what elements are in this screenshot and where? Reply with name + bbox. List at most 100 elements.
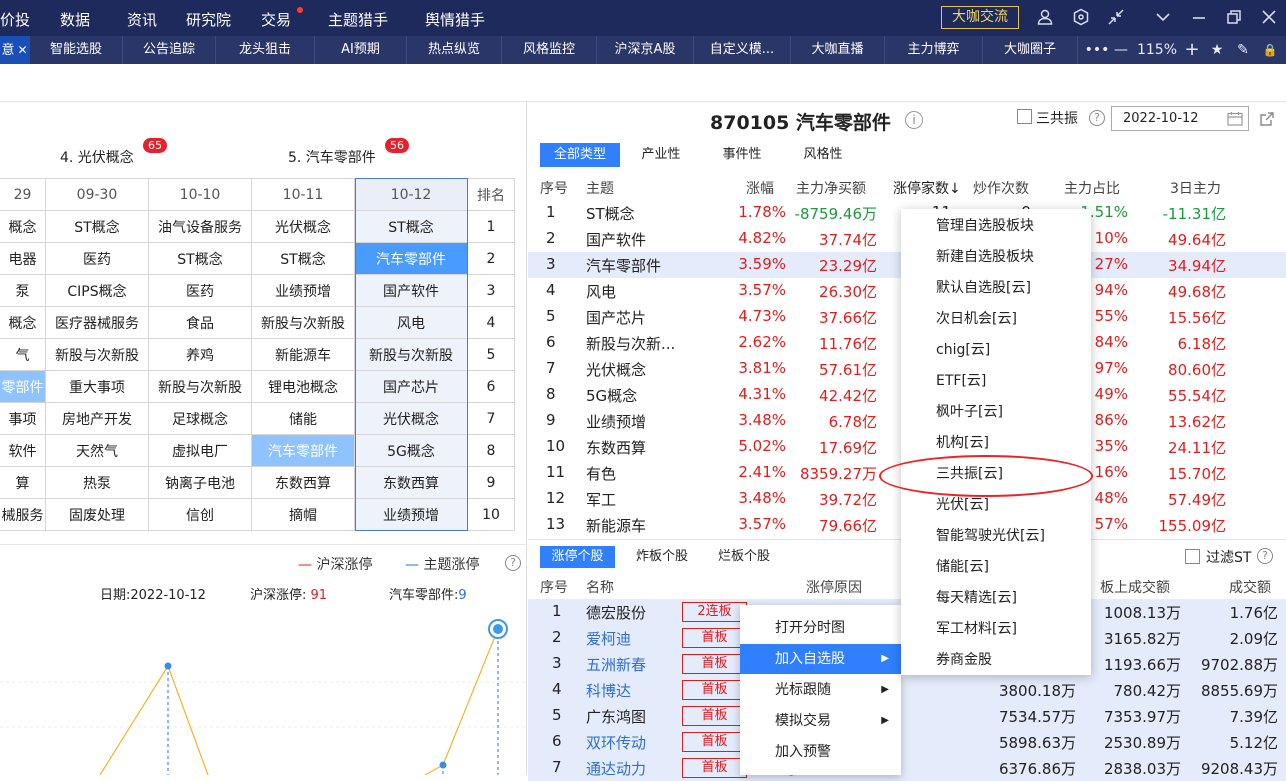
tab-live[interactable]: 大咖直播: [791, 36, 885, 64]
grid-cell[interactable]: 业绩预增: [354, 498, 468, 531]
limit-up-tag[interactable]: 首板: [682, 628, 747, 648]
grid-cell[interactable]: 新能源车: [251, 338, 355, 371]
info-icon[interactable]: i: [905, 111, 923, 129]
tab-leader-snipe[interactable]: 龙头狙击: [216, 36, 315, 64]
export-icon[interactable]: [1258, 110, 1276, 128]
grid-cell[interactable]: ST概念: [45, 210, 149, 243]
grid-cell[interactable]: 食品: [148, 306, 252, 339]
grid-cell[interactable]: 新股与次新股: [45, 338, 149, 371]
date-cell-selected[interactable]: 10-12: [354, 178, 468, 211]
grid-cell[interactable]: 新股与次新股: [354, 338, 468, 371]
submenu-item[interactable]: 智能驾驶光伏[云]: [901, 521, 1091, 552]
col-index[interactable]: 序号: [540, 577, 568, 597]
stock-row[interactable]: 7通达动力首板1司...6376.86万2838.03万9208.43万: [528, 755, 1286, 781]
tab-broken-board[interactable]: 炸板个股: [624, 546, 700, 568]
submenu-item[interactable]: 管理自选股板块: [901, 211, 1091, 242]
menu-value-investing[interactable]: 价投: [0, 9, 30, 30]
submenu-item[interactable]: 每天精选[云]: [901, 583, 1091, 614]
submenu-item[interactable]: 新建自选股板块: [901, 242, 1091, 273]
date-cell[interactable]: 29: [0, 178, 46, 211]
more-icon[interactable]: •••: [1084, 36, 1110, 64]
zoom-in-icon[interactable]: +: [1180, 36, 1204, 64]
menu-research[interactable]: 研究院: [186, 9, 231, 30]
grid-cell-highlight[interactable]: 零部件: [0, 370, 46, 403]
date-cell[interactable]: 09-30: [45, 178, 149, 211]
help-icon[interactable]: ?: [505, 555, 521, 571]
submenu-item[interactable]: 券商金股: [901, 645, 1091, 676]
submenu-item[interactable]: 三共振[云]: [901, 459, 1091, 490]
tab-announcement[interactable]: 公告追踪: [123, 36, 216, 64]
grid-cell[interactable]: 医疗器械服务: [45, 306, 149, 339]
stock-row[interactable]: 4科博达首板13800.18万780.42万8855.69万: [528, 677, 1286, 703]
grid-cell[interactable]: 虚拟电厂: [148, 434, 252, 467]
col-theme[interactable]: 主题: [586, 178, 614, 198]
star-icon[interactable]: ★: [1205, 36, 1229, 64]
date-cell[interactable]: 10-10: [148, 178, 252, 211]
submenu-item[interactable]: chig[云]: [901, 335, 1091, 366]
tab-limit-up-stocks[interactable]: 涨停个股: [540, 546, 615, 568]
shield-icon[interactable]: [1071, 8, 1091, 28]
menu-sim-trade[interactable]: 模拟交易 ▶: [740, 706, 901, 736]
tab-ai-expect[interactable]: AI预期: [315, 36, 407, 64]
submenu-item[interactable]: 军工材料[云]: [901, 614, 1091, 645]
filter-tab-event[interactable]: 事件性: [706, 143, 778, 167]
filter-tab-all[interactable]: 全部类型: [540, 143, 620, 167]
limit-up-tag[interactable]: 首板: [682, 732, 747, 752]
tab-hotspot[interactable]: 热点纵览: [407, 36, 502, 64]
submenu-item[interactable]: ETF[云]: [901, 366, 1091, 397]
grid-cell[interactable]: ST概念: [148, 242, 252, 275]
col-board-amount[interactable]: 板上成交额: [1100, 577, 1170, 597]
grid-cell[interactable]: 概念: [0, 306, 46, 339]
grid-cell[interactable]: 房地产开发: [45, 402, 149, 435]
tab-weak-board[interactable]: 烂板个股: [706, 546, 782, 568]
grid-cell[interactable]: 足球概念: [148, 402, 252, 435]
grid-cell[interactable]: 电器: [0, 242, 46, 275]
grid-cell[interactable]: 国产软件: [354, 274, 468, 307]
grid-cell[interactable]: 风电: [354, 306, 468, 339]
grid-cell[interactable]: 摘帽: [251, 498, 355, 531]
grid-cell-highlight[interactable]: 汽车零部件: [251, 434, 355, 467]
grid-cell[interactable]: 5G概念: [354, 434, 468, 467]
limit-up-tag[interactable]: 首板: [682, 680, 747, 700]
grid-cell[interactable]: 光伏概念: [354, 402, 468, 435]
grid-cell[interactable]: 概念: [0, 210, 46, 243]
grid-cell[interactable]: 械服务: [0, 498, 46, 531]
grid-cell[interactable]: 软件: [0, 434, 46, 467]
grid-cell[interactable]: 养鸡: [148, 338, 252, 371]
tab-custom[interactable]: 自定义模...: [694, 36, 791, 64]
grid-cell[interactable]: 医药: [148, 274, 252, 307]
limit-up-tag[interactable]: 2连板: [682, 602, 747, 622]
submenu-item[interactable]: 次日机会[云]: [901, 304, 1091, 335]
grid-cell[interactable]: 新股与次新股: [148, 370, 252, 403]
grid-cell[interactable]: 气: [0, 338, 46, 371]
col-hype-count[interactable]: 炒作次数: [973, 178, 1029, 198]
menu-open-timeshare[interactable]: 打开分时图: [740, 613, 901, 643]
grid-cell[interactable]: ST概念: [251, 242, 355, 275]
col-reason[interactable]: 涨停原因: [806, 577, 862, 597]
col-name[interactable]: 名称: [586, 577, 614, 597]
stock-row[interactable]: 5广东鸿图首板1行...7534.57万7353.97万7.39亿: [528, 703, 1286, 729]
minimize-icon[interactable]: [1189, 8, 1209, 28]
col-3day[interactable]: 3日主力: [1170, 178, 1221, 198]
help-icon[interactable]: ?: [1089, 110, 1105, 126]
col-limit-up-count[interactable]: 涨停家数↓: [893, 178, 961, 198]
grid-cell[interactable]: 事项: [0, 402, 46, 435]
filter-st-checkbox[interactable]: [1185, 549, 1200, 564]
col-net-buy[interactable]: 主力净买额: [796, 178, 866, 198]
grid-cell[interactable]: 算: [0, 466, 46, 499]
submenu-item[interactable]: 枫叶子[云]: [901, 397, 1091, 428]
tab-main-force[interactable]: 主力博弈: [885, 36, 983, 64]
grid-cell[interactable]: 热泵: [45, 466, 149, 499]
col-turnover[interactable]: 成交额: [1229, 577, 1271, 597]
grid-cell[interactable]: 东数西算: [251, 466, 355, 499]
filter-tab-industry[interactable]: 产业性: [625, 143, 697, 167]
menu-trade[interactable]: 交易: [261, 9, 291, 30]
lock-icon[interactable]: 🔒: [1258, 36, 1282, 64]
limit-up-tag[interactable]: 首板: [682, 654, 747, 674]
close-icon[interactable]: [1259, 8, 1279, 28]
user-icon[interactable]: [1035, 8, 1055, 28]
menu-cursor-follow[interactable]: 光标跟随 ▶: [740, 675, 901, 705]
collapse-icon[interactable]: [1106, 8, 1126, 28]
grid-cell[interactable]: ST概念: [354, 210, 468, 243]
grid-cell[interactable]: 储能: [251, 402, 355, 435]
